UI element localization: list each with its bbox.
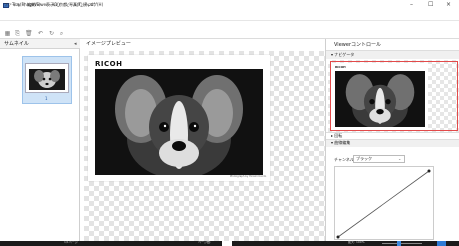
close-button[interactable]: × [446,2,451,8]
toolbar [0,27,459,39]
tone-curve-editor[interactable] [334,166,434,240]
curve-label[interactable]: ▾ 曲線編集 [331,141,350,145]
rotate-section-header[interactable] [326,132,459,139]
status-page-info: 1/1ページ [64,240,78,244]
menu-help[interactable]: ヘルプ(H) [85,3,103,7]
thumbnail-photo [26,64,68,92]
channel-label: チャンネル [334,157,354,162]
menu-view[interactable]: 表示(V) [46,3,60,7]
zoom-slider-track[interactable] [382,243,422,244]
thumbnail-panel-title: サムネイル [4,41,29,47]
preview-title: イメージプレビュー [86,41,131,47]
menu-file[interactable]: ファイル(F) [4,3,25,7]
menu-edit[interactable]: 編集(E) [27,3,41,7]
collapse-icon[interactable]: ◂ [74,42,77,47]
fit-view-icon[interactable] [437,241,446,246]
minimize-button[interactable]: – [410,2,413,8]
photo-credit: Photograph by Hiroshi Kondo [230,175,267,178]
trash-icon[interactable]: 🗑 [25,31,33,37]
navigator-label[interactable]: ▾ ナビゲータ [331,53,354,57]
status-page-count-label: ページ数: [198,240,211,244]
grid-icon[interactable]: ▦ [4,31,11,37]
status-zoom: 拡大: 100% [348,240,365,244]
chevron-down-icon[interactable]: ⌄ [398,157,401,161]
undo-icon[interactable]: ↶ [37,31,44,37]
rotate-label[interactable]: ▸ 回転 [331,134,342,138]
menu-tools[interactable]: ツール(T) [65,3,83,7]
navigator-viewport-frame[interactable] [330,61,458,131]
dog-photo [95,69,263,175]
channel-select-value: ブラック [356,156,372,161]
rotate-icon[interactable]: ↻ [48,31,55,37]
menu-bar [0,11,459,21]
tone-curve-graph [336,169,431,239]
brand-logo-text: RICOH [95,60,123,68]
zoom-slider-handle[interactable] [397,241,401,246]
curve-handle-end [427,169,431,173]
viewer-control-title: Viewerコントロール [334,42,381,48]
page-number-input[interactable] [222,241,232,246]
thumbnail-image[interactable] [25,63,69,93]
search-icon[interactable]: ⌕ [58,31,65,37]
maximize-button[interactable]: ☐ [428,2,433,8]
copy-icon[interactable]: ⎘ [14,31,21,37]
thumbnail-page-number: 1 [45,96,48,101]
curve-handle-start [336,235,340,239]
